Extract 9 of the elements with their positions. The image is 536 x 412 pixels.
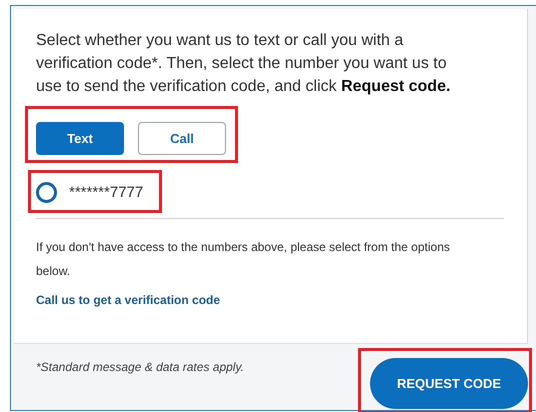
instructions-text: Select whether you want us to text or call you with a verification code*. Then, select the number you want us to use to send the verification code, and click Request code. xyxy=(36,31,452,97)
footnote-text: *Standard message & data rates apply. xyxy=(36,360,244,374)
call-us-link[interactable]: Call us to get a verification code xyxy=(36,293,220,307)
phone-number: *******7777 xyxy=(69,184,144,200)
fallback-note: If you don't have access to the numbers above, please select from the options below. xyxy=(36,239,451,280)
method-tab[interactable]: Call xyxy=(138,122,226,155)
request-code-button[interactable]: REQUEST CODE xyxy=(370,358,528,409)
method-tab[interactable]: Text xyxy=(36,122,124,155)
radio-button[interactable] xyxy=(36,182,57,202)
